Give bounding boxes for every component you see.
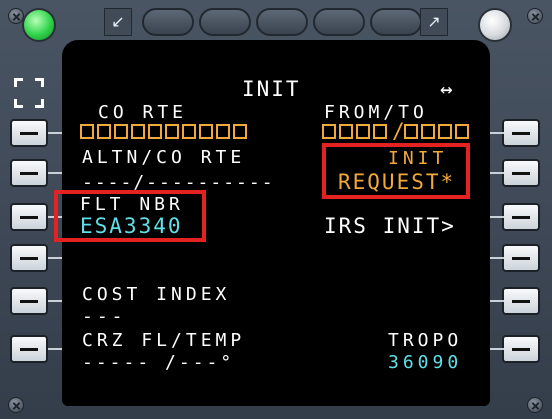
top-key-4[interactable] <box>313 8 365 36</box>
mcdu-bezel: ↙ ↗ INIT ↔ CO RTE FROM/TO / ALTN/CO RTE … <box>0 0 552 419</box>
lsk-tick <box>490 172 504 174</box>
lsk-4r[interactable] <box>502 244 540 272</box>
cost-index-label: COST INDEX <box>82 284 231 305</box>
lsk-tick <box>490 257 504 259</box>
lsk-2l[interactable] <box>10 159 48 187</box>
lsk-6r[interactable] <box>502 335 540 363</box>
white-led-icon[interactable] <box>478 8 512 42</box>
lsk-5r[interactable] <box>502 287 540 315</box>
expand-arrows-icon[interactable]: ↗ <box>420 8 448 36</box>
lsk-3r[interactable] <box>502 203 540 231</box>
green-led-icon[interactable] <box>22 8 56 42</box>
lsk-5l[interactable] <box>10 287 48 315</box>
lsk-tick <box>490 132 504 134</box>
tropo-value[interactable]: 36090 <box>388 352 462 373</box>
lsk-tick <box>490 300 504 302</box>
co-rte-entry-boxes[interactable] <box>80 124 247 139</box>
shrink-arrows-icon[interactable]: ↙ <box>104 8 132 36</box>
screw-icon <box>527 8 543 24</box>
page-title: INIT <box>242 77 301 101</box>
crz-fl-temp-value[interactable]: ----- /---° <box>82 352 234 373</box>
lsk-tick <box>48 172 62 174</box>
slew-arrows-icon: ↔ <box>440 77 455 101</box>
focus-frame-icon[interactable] <box>14 78 44 108</box>
lsk-2r[interactable] <box>502 159 540 187</box>
lsk-3l[interactable] <box>10 203 48 231</box>
lsk-4l[interactable] <box>10 244 48 272</box>
top-key-1[interactable] <box>142 8 194 36</box>
lsk-6l[interactable] <box>10 335 48 363</box>
from-to-label: FROM/TO <box>324 102 428 123</box>
lsk-tick <box>490 348 504 350</box>
lsk-tick <box>48 300 62 302</box>
crz-fl-temp-label: CRZ FL/TEMP <box>82 330 246 351</box>
from-entry-boxes[interactable] <box>322 124 387 139</box>
flt-nbr-label: FLT NBR <box>80 194 184 215</box>
altn-co-rte-label: ALTN/CO RTE <box>82 147 246 168</box>
to-entry-boxes[interactable] <box>404 124 469 139</box>
init-request-value[interactable]: REQUEST* <box>338 170 455 194</box>
screw-icon <box>8 397 24 413</box>
lsk-tick <box>48 257 62 259</box>
co-rte-label: CO RTE <box>98 102 188 123</box>
cost-index-value[interactable]: --- <box>82 306 127 327</box>
lsk-1l[interactable] <box>10 119 48 147</box>
top-key-3[interactable] <box>256 8 308 36</box>
init-label: INIT <box>388 148 448 169</box>
lsk-tick <box>490 216 504 218</box>
lsk-tick <box>48 132 62 134</box>
tropo-label: TROPO <box>388 330 463 351</box>
lsk-1r[interactable] <box>502 119 540 147</box>
lsk-tick <box>48 348 62 350</box>
irs-init-link[interactable]: IRS INIT> <box>324 214 456 238</box>
top-key-5[interactable] <box>370 8 422 36</box>
top-key-2[interactable] <box>199 8 251 36</box>
flt-nbr-value[interactable]: ESA3340 <box>80 214 183 238</box>
screw-icon <box>527 397 543 413</box>
